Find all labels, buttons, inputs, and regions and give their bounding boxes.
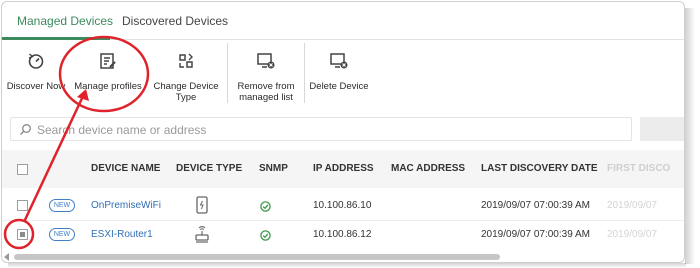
panel-shadow [8,263,686,268]
monitor-remove-icon [257,53,275,69]
tablet-icon [196,196,208,214]
last-discovery-cell: 2019/09/07 07:00:39 AM [481,200,590,211]
last-discovery-cell: 2019/09/07 07:00:39 AM [481,229,590,240]
router-icon [195,225,209,243]
table-row[interactable]: NEW OnPremiseWiFi 10.100.86.10 2019/09/0… [2,192,684,220]
column-ip-address[interactable]: IP ADDRESS [313,163,374,174]
change-device-type-button[interactable]: Change Device Type [151,41,221,107]
delete-device-button[interactable]: Delete Device [306,41,372,107]
remove-from-managed-button[interactable]: Remove from managed list [230,41,302,107]
table-row[interactable]: NEW ESXI-Router1 10.100.86.12 2019/09/07… [2,220,684,248]
column-last-discovery-date[interactable]: LAST DISCOVERY DATE [481,163,598,174]
row-checkbox[interactable] [17,200,28,211]
monitor-delete-icon [330,53,348,69]
check-circle-icon [260,201,271,212]
toolbar-divider [227,43,228,103]
new-badge: NEW [49,228,75,241]
ip-address-cell: 10.100.86.10 [313,200,372,211]
scrollbar-thumb[interactable] [14,254,500,260]
discover-now-label: Discover Now [6,81,66,92]
manage-profiles-icon [100,53,116,69]
tab-bar: Managed Devices Discovered Devices [2,2,684,40]
column-snmp[interactable]: SNMP [259,163,288,174]
first-discovery-cell: 2019/09/07 [607,229,658,240]
column-device-name[interactable]: DEVICE NAME [91,163,160,174]
tab-discovered-devices[interactable]: Discovered Devices [122,14,228,28]
column-device-type[interactable]: DEVICE TYPE [176,163,242,174]
active-tab-indicator [2,37,110,40]
device-name-link[interactable]: OnPremiseWiFi [91,200,161,211]
device-panel: Managed Devices Discovered Devices Disco… [1,1,685,263]
change-device-type-label: Change Device Type [151,81,221,103]
discover-now-button[interactable]: Discover Now [6,41,66,107]
manage-profiles-button[interactable]: Manage profiles [71,41,145,107]
toolbar-divider [304,43,305,103]
first-discovery-cell: 2019/09/07 [607,200,658,211]
select-all-checkbox[interactable] [17,164,28,175]
change-device-type-line-2: Type [175,92,197,103]
delete-device-label: Delete Device [309,81,369,92]
scroll-left-arrow-icon[interactable] [4,253,9,261]
toolbar: Discover Now Manage profiles Change Devi… [2,41,684,107]
column-first-discovery-date[interactable]: FIRST DISCO [607,163,670,174]
device-name-link[interactable]: ESXI-Router1 [91,229,153,240]
search-input[interactable] [37,121,597,138]
remove-from-managed-label: Remove from managed list [230,81,302,103]
search-icon [20,124,31,135]
table-header: DEVICE NAME DEVICE TYPE SNMP IP ADDRESS … [2,150,684,188]
ip-address-cell: 10.100.86.12 [313,229,372,240]
manage-profiles-label: Manage profiles [74,81,142,92]
remove-from-managed-line-1: Remove from [237,81,295,92]
search-button[interactable] [640,117,684,141]
check-circle-icon [260,230,271,241]
new-badge: NEW [49,199,75,212]
panel-shadow [685,8,695,264]
change-device-type-line-1: Change Device [153,81,219,92]
remove-from-managed-line-2: managed list [239,92,293,103]
column-mac-address[interactable]: MAC ADDRESS [391,163,465,174]
discover-refresh-icon [28,53,44,69]
search-box [10,117,632,141]
tab-managed-devices[interactable]: Managed Devices [17,14,113,28]
row-checkbox[interactable] [17,229,28,240]
horizontal-scrollbar[interactable] [2,251,684,262]
change-type-icon [179,53,193,68]
